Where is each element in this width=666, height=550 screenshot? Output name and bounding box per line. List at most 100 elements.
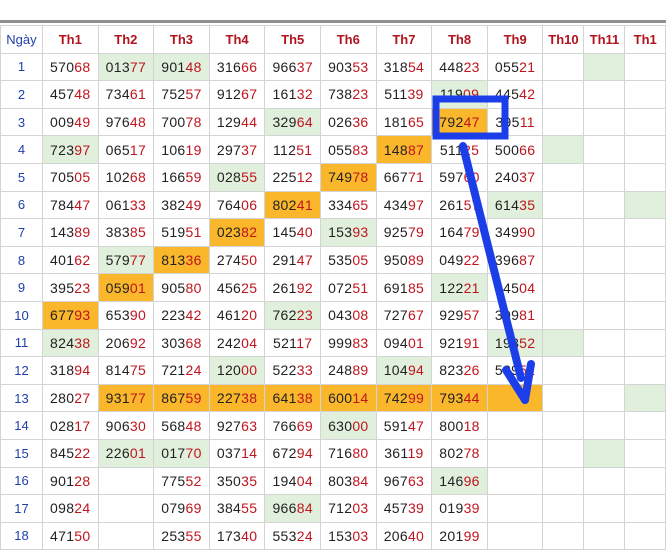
result-cell <box>624 107 666 137</box>
day-number: 7 <box>0 218 43 247</box>
result-cell <box>624 328 666 358</box>
result-cell: 26192 <box>264 273 321 302</box>
result-cell: 92763 <box>208 411 266 440</box>
day-number: 11 <box>0 328 43 358</box>
result-cell: 71680 <box>320 438 377 468</box>
result-cell: 20640 <box>375 521 433 550</box>
result-cell: 05901 <box>97 273 155 302</box>
result-cell <box>624 52 666 82</box>
result-cell <box>542 521 585 550</box>
day-number: 2 <box>0 80 43 109</box>
result-cell <box>542 107 585 137</box>
result-cell: 71203 <box>320 494 377 523</box>
result-cell: 90128 <box>41 466 99 496</box>
result-cell: 81336 <box>153 245 210 275</box>
result-cell: 94504 <box>486 273 544 302</box>
result-cell <box>583 245 626 275</box>
table-row: 15 84522 22601 01770 03714 67294 71680 36119 802… <box>0 438 666 468</box>
day-number: 18 <box>0 521 43 550</box>
month-header[interactable]: Th5 <box>264 25 321 54</box>
result-cell: 22738 <box>208 383 266 413</box>
result-cell: 05583 <box>320 135 377 164</box>
result-cell: 38249 <box>153 190 210 220</box>
day-column-header[interactable]: Ngày <box>0 25 43 54</box>
result-cell: 02382 <box>208 218 266 247</box>
result-cell: 18165 <box>375 107 433 137</box>
result-cell: 03714 <box>208 438 266 468</box>
month-header[interactable]: Th2 <box>97 25 155 54</box>
result-cell: 79247 <box>431 107 488 137</box>
result-cell: 14540 <box>264 218 321 247</box>
result-cell: 73823 <box>320 80 377 109</box>
month-header[interactable]: Th6 <box>320 25 377 54</box>
result-cell <box>486 494 544 523</box>
result-cell: 97648 <box>97 107 155 137</box>
day-number: 17 <box>0 494 43 523</box>
result-cell <box>583 80 626 109</box>
result-cell <box>583 300 626 330</box>
month-header[interactable]: Th1 <box>624 25 666 54</box>
result-cell: 12000 <box>208 356 266 385</box>
result-cell: 45748 <box>41 80 99 109</box>
result-cell: 70078 <box>153 107 210 137</box>
table-row: 12 31894 81475 72124 12000 52233 24889 10494 823… <box>0 356 666 385</box>
month-header[interactable]: Th1 <box>41 25 99 54</box>
month-header[interactable]: Th3 <box>153 25 210 54</box>
month-header[interactable]: Th8 <box>431 25 488 54</box>
month-header[interactable]: Th9 <box>486 25 544 54</box>
result-cell: 74299 <box>375 383 433 413</box>
result-cell: 10494 <box>375 356 433 385</box>
result-cell <box>583 328 626 358</box>
table-row: 6 78447 06133 38249 76406 80241 33465 43497 2615… <box>0 190 666 220</box>
result-cell <box>542 190 585 220</box>
result-cell <box>624 438 666 468</box>
month-header[interactable]: Th7 <box>375 25 433 54</box>
result-cell: 07251 <box>320 273 377 302</box>
day-number: 15 <box>0 438 43 468</box>
result-cell: 72767 <box>375 300 433 330</box>
result-cell <box>542 273 585 302</box>
result-cell: 51951 <box>153 218 210 247</box>
result-cell: 76669 <box>264 411 321 440</box>
result-cell: 40162 <box>41 245 99 275</box>
day-number: 16 <box>0 466 43 496</box>
result-cell: 36119 <box>375 438 433 468</box>
result-cell: 32964 <box>264 107 321 137</box>
table-row: 4 72397 06517 10619 29737 11251 05583 14887 5112… <box>0 135 666 164</box>
result-cell: 91267 <box>208 80 266 109</box>
result-cell: 30368 <box>153 328 210 358</box>
result-cell <box>97 521 155 550</box>
day-number: 6 <box>0 190 43 220</box>
result-cell: 05521 <box>486 52 544 82</box>
result-cell: 56848 <box>153 411 210 440</box>
result-cell: 04308 <box>320 300 377 330</box>
table-row: 2 45748 73461 75257 91267 16132 73823 51139 1190… <box>0 80 666 109</box>
result-cell: 20199 <box>431 521 488 550</box>
result-cell: 75257 <box>153 80 210 109</box>
month-header[interactable]: Th11 <box>583 25 626 54</box>
result-cell <box>583 494 626 523</box>
month-header[interactable]: Th4 <box>208 25 266 54</box>
result-cell: 02855 <box>208 162 266 192</box>
result-cell <box>624 521 666 550</box>
result-cell <box>624 245 666 275</box>
result-cell <box>542 383 585 413</box>
result-cell: 31854 <box>375 52 433 82</box>
result-cell: 19352 <box>486 328 544 358</box>
day-number: 3 <box>0 107 43 137</box>
day-number: 8 <box>0 245 43 275</box>
result-cell <box>542 356 585 385</box>
result-cell <box>624 356 666 385</box>
result-cell: 80278 <box>431 438 488 468</box>
result-cell: 25355 <box>153 521 210 550</box>
result-cell <box>486 466 544 496</box>
result-cell: 90148 <box>153 52 210 82</box>
result-cell: 02636 <box>320 107 377 137</box>
result-cell <box>624 80 666 109</box>
result-cell: 35035 <box>208 466 266 496</box>
result-cell: 02817 <box>41 411 99 440</box>
month-header[interactable]: Th10 <box>542 25 585 54</box>
result-cell <box>583 162 626 192</box>
result-cell: 22342 <box>153 300 210 330</box>
result-cell: 80384 <box>320 466 377 496</box>
